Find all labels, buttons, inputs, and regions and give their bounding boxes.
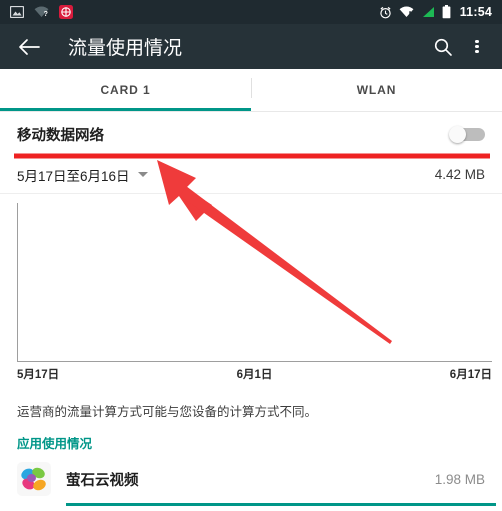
wifi-alert-icon (399, 6, 414, 18)
status-bar-clock: 11:54 (459, 5, 492, 19)
signal-icon (421, 6, 435, 18)
app-usage-bar-track (66, 503, 496, 506)
chart-tick-mid: 6月1日 (236, 369, 273, 381)
chart-x-axis-labels: 5月17日 6月1日 6月17日 (17, 366, 492, 382)
phone-screen: ? 11:54 流量使用情况 CARD 1 WLAN 移动数据网络 5月17日至… (0, 0, 502, 511)
alarm-icon (379, 6, 392, 19)
mobile-data-toggle[interactable] (441, 125, 485, 143)
chart-tick-start: 5月17日 (17, 369, 60, 381)
active-tab-indicator (0, 108, 251, 111)
tab-wlan[interactable]: WLAN (251, 69, 502, 111)
red-badge-icon (59, 5, 73, 19)
date-range-label[interactable]: 5月17日至6月16日 (17, 165, 130, 185)
app-usage-bar-fill (66, 503, 496, 506)
status-bar-left: ? (10, 5, 379, 19)
chart-tick-end: 6月17日 (449, 369, 492, 381)
status-bar: ? 11:54 (0, 0, 502, 24)
list-item[interactable]: 萤石云视频 1.98 MB (0, 452, 502, 496)
battery-icon (442, 5, 451, 19)
date-range-row[interactable]: 5月17日至6月16日 4.42 MB (0, 156, 502, 194)
menu-dot (475, 44, 479, 49)
mobile-data-label: 移动数据网络 (17, 127, 104, 144)
page-title: 流量使用情况 (68, 38, 183, 59)
menu-dot (475, 49, 479, 54)
search-icon[interactable] (428, 32, 458, 62)
app-usage-heading: 应用使用情况 (17, 437, 93, 451)
app-toolbar: 流量使用情况 (0, 24, 502, 69)
ezviz-pinwheel-icon (17, 462, 51, 496)
app-name: 萤石云视频 (66, 472, 139, 489)
overflow-menu-icon[interactable] (466, 32, 488, 62)
usage-chart[interactable]: 5月17日 6月1日 6月17日 (0, 203, 502, 395)
toggle-thumb (449, 125, 466, 143)
chart-plot-area (17, 203, 492, 362)
menu-dot (475, 39, 479, 44)
wifi-question-icon: ? (34, 6, 49, 18)
mobile-data-row[interactable]: 移动数据网络 (0, 112, 502, 156)
total-usage-value: 4.42 MB (434, 167, 485, 182)
icon-petal (27, 474, 36, 482)
carrier-disclaimer: 运营商的流量计算方式可能与您设备的计算方式不同。 (17, 405, 318, 419)
chevron-down-icon[interactable] (137, 172, 148, 177)
svg-text:?: ? (44, 11, 48, 18)
tab-card-1[interactable]: CARD 1 (0, 69, 251, 111)
tab-bar: CARD 1 WLAN (0, 69, 502, 111)
app-usage-size: 1.98 MB (434, 471, 485, 487)
back-button[interactable] (16, 34, 42, 60)
status-bar-right: 11:54 (379, 5, 492, 19)
screenshot-icon (10, 6, 24, 18)
